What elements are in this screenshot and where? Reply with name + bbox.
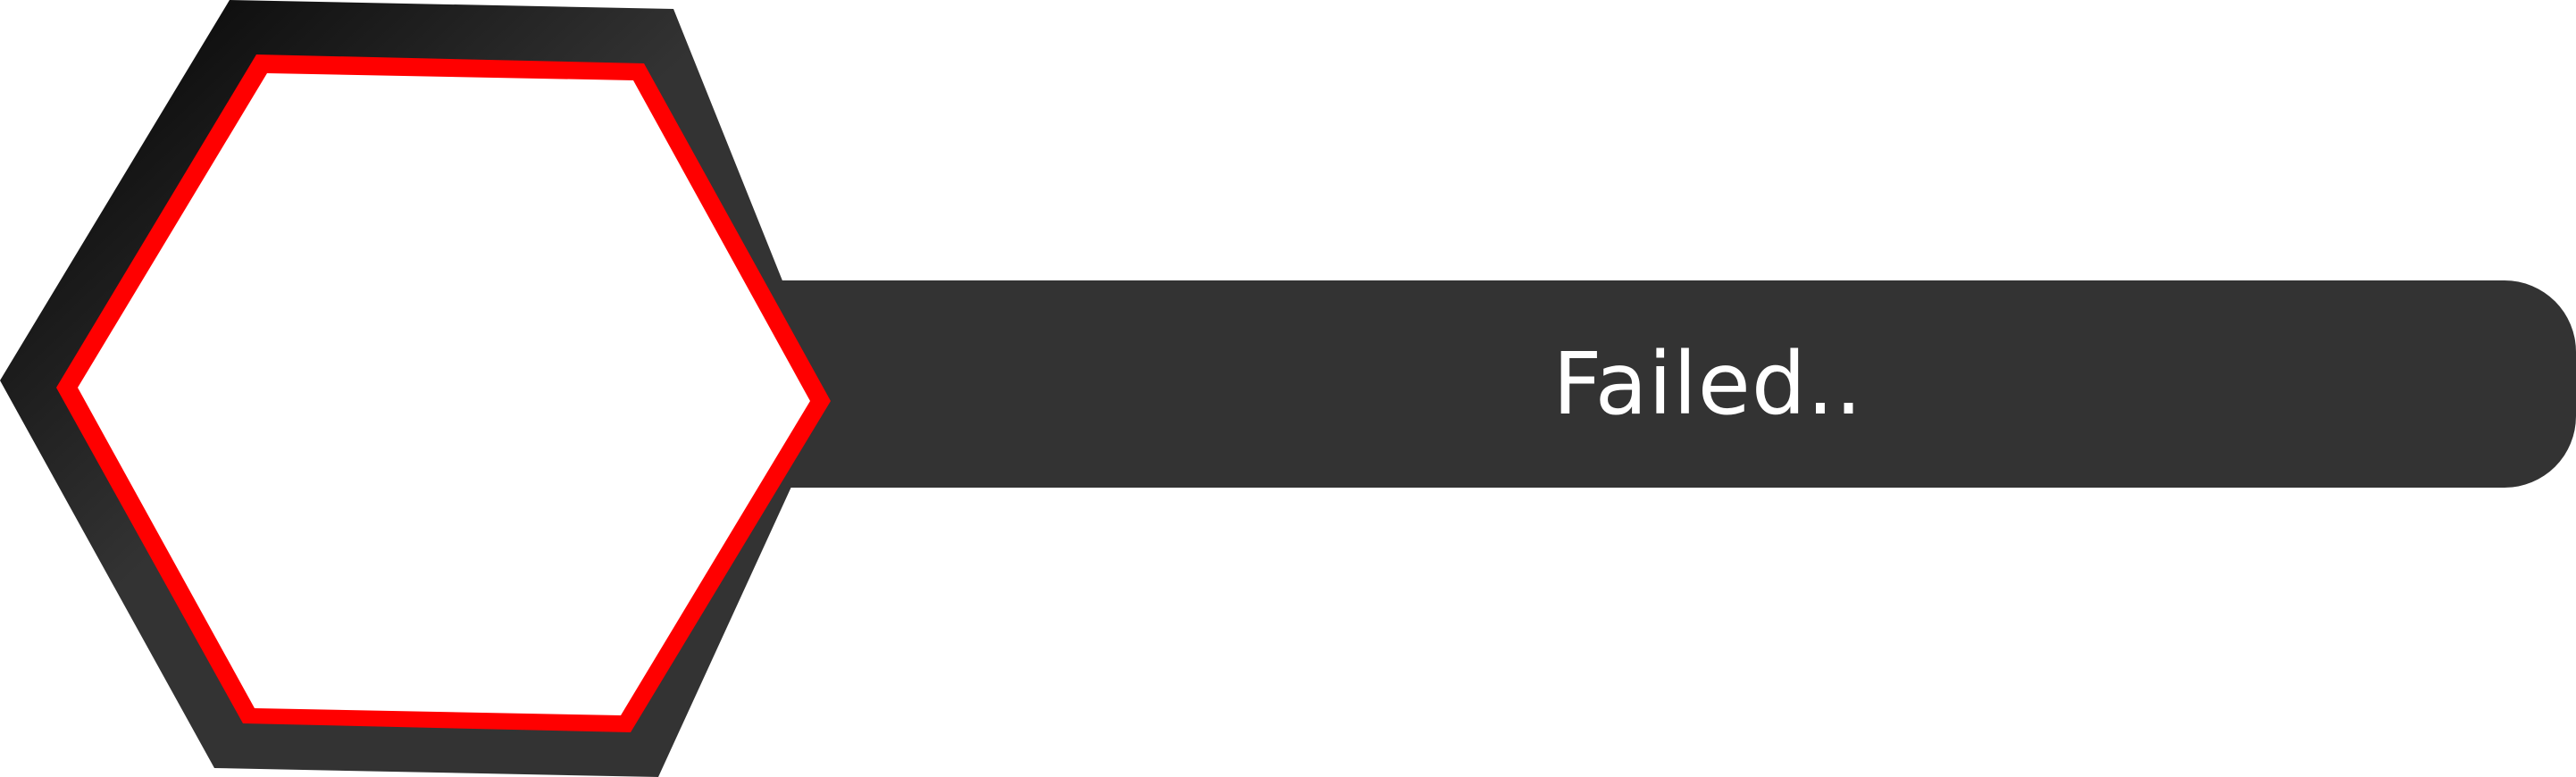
status-message: Failed.. — [1552, 334, 1863, 434]
status-banner: Failed.. — [679, 280, 2576, 488]
hexagon-icon — [0, 0, 831, 777]
failed-status-card: Failed.. — [0, 0, 2576, 777]
hexagon-badge — [0, 0, 840, 777]
